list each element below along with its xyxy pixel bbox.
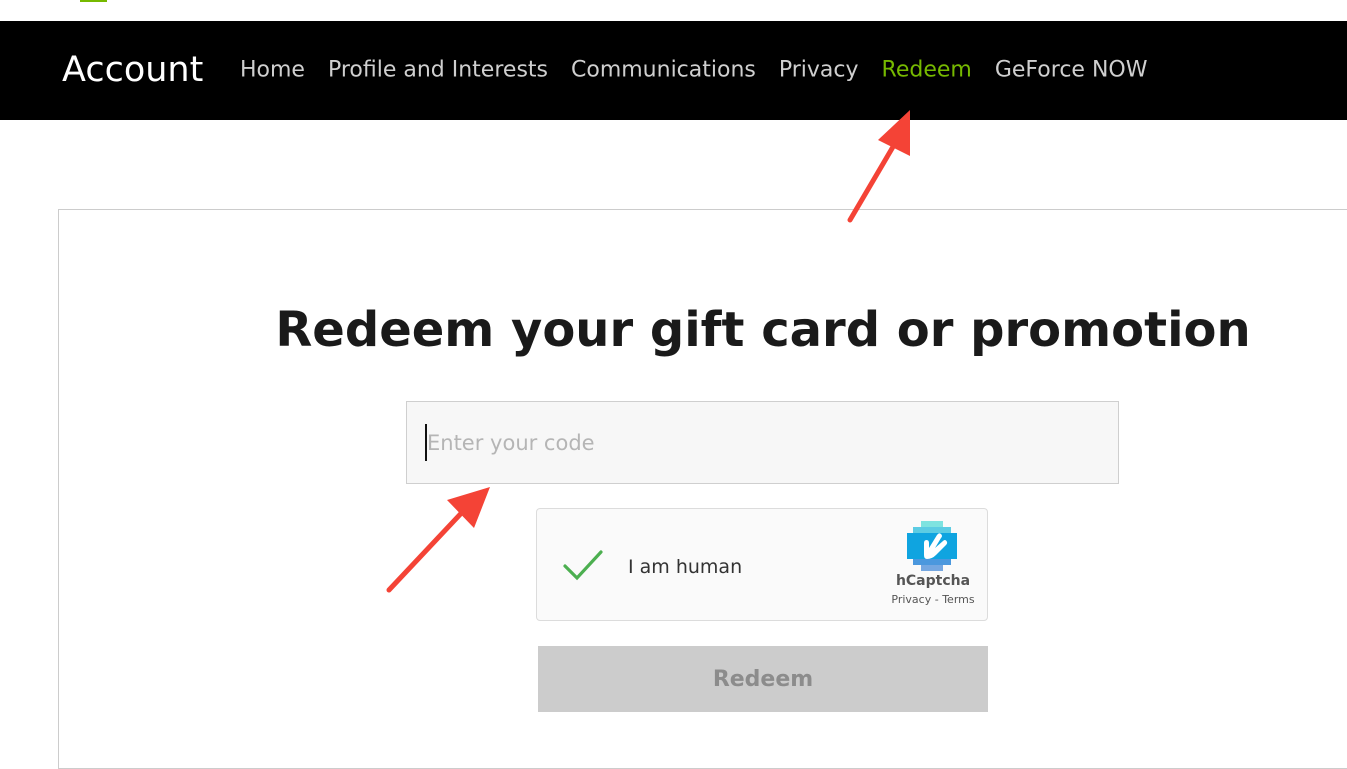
- hcaptcha-brand: hCaptcha: [895, 573, 971, 589]
- nav-item-privacy[interactable]: Privacy: [779, 58, 859, 83]
- text-caret: [425, 424, 427, 461]
- brand-title: Account: [62, 50, 204, 90]
- hcaptcha-logo-icon: [907, 521, 957, 571]
- redeem-button[interactable]: Redeem: [538, 646, 988, 712]
- captcha-label: I am human: [628, 556, 743, 578]
- account-topbar: Account Home Profile and Interests Commu…: [0, 21, 1347, 120]
- hcaptcha-links[interactable]: Privacy - Terms: [877, 593, 989, 606]
- logo-fragment: [80, 0, 107, 2]
- check-icon: [563, 550, 603, 581]
- nav-item-redeem[interactable]: Redeem: [882, 58, 972, 83]
- annotation-arrow-icon: [847, 110, 910, 223]
- captcha-widget[interactable]: I am human hCaptcha Privacy - Terms: [536, 508, 988, 621]
- nav-item-home[interactable]: Home: [240, 58, 305, 83]
- code-input[interactable]: [406, 401, 1119, 484]
- nav-item-communications[interactable]: Communications: [571, 58, 756, 83]
- nav-item-geforce-now[interactable]: GeForce NOW: [995, 58, 1148, 83]
- account-nav: Home Profile and Interests Communication…: [240, 58, 1170, 83]
- nav-item-profile[interactable]: Profile and Interests: [328, 58, 548, 83]
- page-title: Redeem your gift card or promotion: [275, 302, 1251, 358]
